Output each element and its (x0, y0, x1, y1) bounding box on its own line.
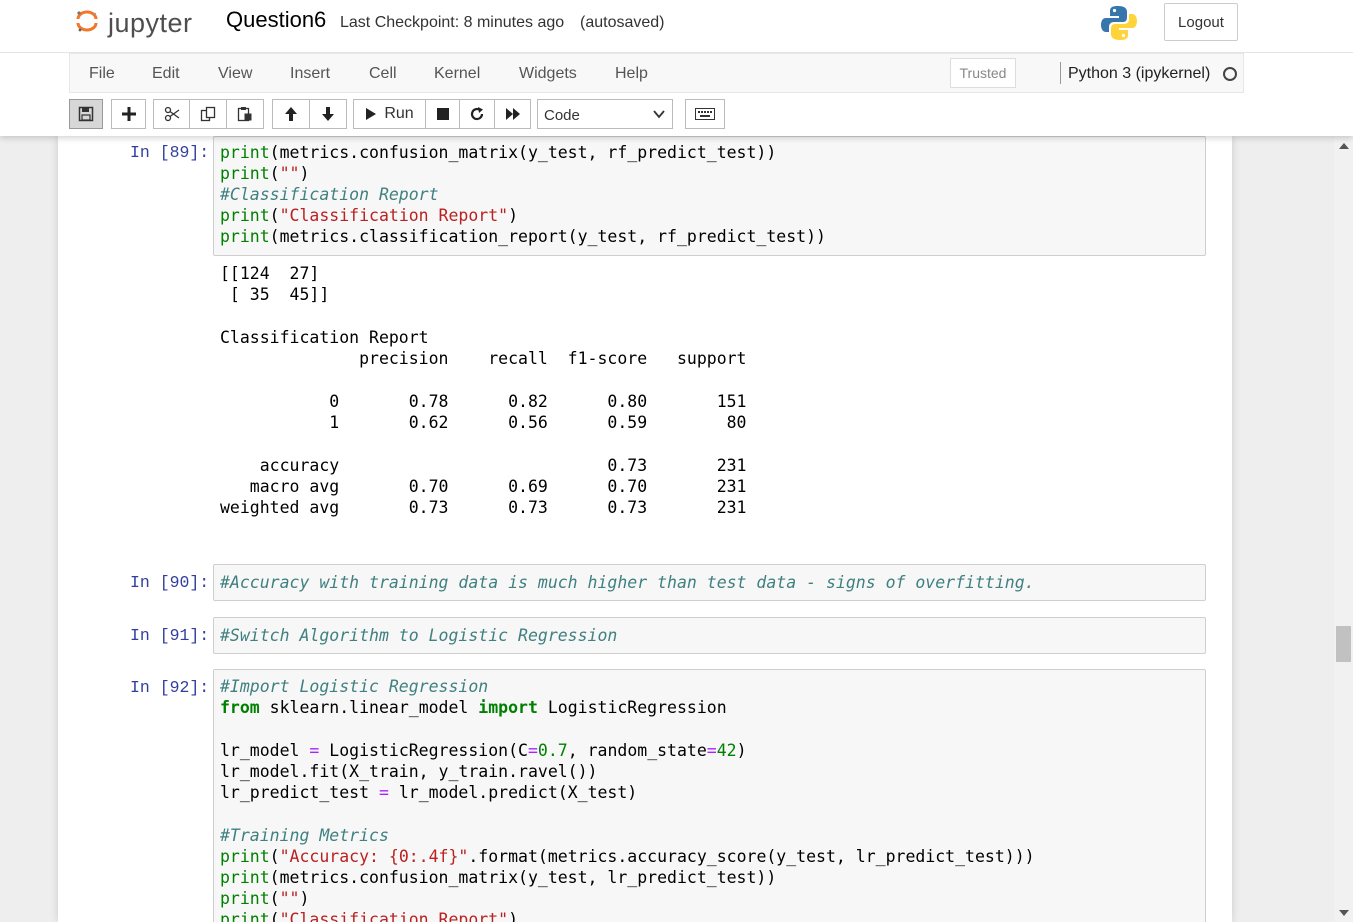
run-label: Run (384, 105, 414, 122)
copy-icon (200, 106, 216, 122)
code-line: lr_model = LogisticRegression(C=0.7, ran… (220, 741, 747, 760)
cell-92-prompt: In [92]: (130, 678, 210, 697)
jupyter-logo[interactable]: jupyter (72, 4, 212, 44)
menu-insert[interactable]: Insert (290, 65, 330, 83)
code-comment: #Switch Algorithm to Logistic Regression (220, 626, 618, 645)
menu-file[interactable]: File (89, 65, 115, 83)
arrow-up-icon (285, 107, 297, 121)
paste-button[interactable] (226, 99, 264, 129)
code-line: print("") (220, 889, 310, 908)
code-line: print("Classification Report") (220, 206, 519, 225)
code-line: print(metrics.confusion_matrix(y_test, l… (220, 868, 777, 887)
output-line: accuracy 0.73 231 (220, 456, 747, 475)
output-line: [[124 27] (220, 264, 320, 283)
copy-button[interactable] (189, 99, 227, 129)
plus-icon (121, 107, 136, 121)
menu-widgets[interactable]: Widgets (519, 65, 577, 83)
menu-kernel[interactable]: Kernel (434, 65, 480, 83)
output-line: Classification Report (220, 328, 429, 347)
menu-cell[interactable]: Cell (369, 65, 397, 83)
kernel-divider (1060, 62, 1061, 84)
logout-button[interactable]: Logout (1164, 3, 1238, 41)
notebook-header: jupyter Question6 Last Checkpoint: 8 min… (0, 0, 1353, 136)
code-line: lr_predict_test = lr_model.predict(X_tes… (220, 783, 638, 802)
cell-89-prompt: In [89]: (130, 143, 210, 162)
restart-run-all-button[interactable] (494, 99, 531, 129)
output-line: precision recall f1-score support (220, 349, 747, 368)
python-logo-icon (1101, 6, 1137, 40)
menu-help[interactable]: Help (615, 65, 648, 83)
cell-91-input[interactable]: #Switch Algorithm to Logistic Regression (213, 617, 1206, 654)
play-icon (366, 108, 377, 120)
floppy-disk-icon (78, 106, 94, 122)
kernel-name[interactable]: Python 3 (ipykernel) (1068, 65, 1210, 83)
menubar: File Edit View Insert Cell Kernel Widget… (69, 53, 1244, 93)
menu-view[interactable]: View (218, 65, 252, 83)
paste-icon (237, 107, 252, 122)
code-comment: #Training Metrics (220, 826, 389, 845)
chevron-down-icon (653, 110, 665, 119)
fast-forward-icon (505, 108, 520, 120)
code-line: print("") (220, 164, 310, 183)
output-line: [ 35 45]] (220, 285, 330, 304)
trusted-badge[interactable]: Trusted (950, 58, 1016, 88)
notebook-container: In [89]: print(metrics.confusion_matrix(… (58, 136, 1232, 922)
scissors-icon (164, 106, 179, 122)
command-palette-button[interactable] (685, 99, 725, 129)
code-line: print("Accuracy: {0:.4f}".format(metrics… (220, 847, 1035, 866)
code-comment: #Classification Report (220, 185, 439, 204)
code-line: lr_model.fit(X_train, y_train.ravel()) (220, 762, 598, 781)
code-comment: #Import Logistic Regression (220, 677, 489, 696)
cell-type-value: Code (544, 107, 580, 124)
output-line: macro avg 0.70 0.69 0.70 231 (220, 477, 747, 496)
output-line: weighted avg 0.73 0.73 0.73 231 (220, 498, 747, 517)
move-down-button[interactable] (309, 99, 347, 129)
jupyter-ring-icon (76, 10, 98, 32)
refresh-icon (470, 107, 484, 121)
code-line: print(metrics.confusion_matrix(y_test, r… (220, 143, 777, 162)
cell-89-input[interactable]: print(metrics.confusion_matrix(y_test, r… (213, 136, 1206, 256)
interrupt-button[interactable] (425, 99, 460, 129)
code-line: print(metrics.classification_report(y_te… (220, 227, 826, 246)
scrollbar-thumb[interactable] (1336, 626, 1351, 662)
page-scrollbar[interactable] (1334, 136, 1353, 922)
code-line: print("Classification Report") (220, 910, 519, 922)
cell-92-input[interactable]: #Import Logistic Regression from sklearn… (213, 669, 1206, 922)
keyboard-icon (695, 108, 715, 120)
checkpoint-status: Last Checkpoint: 8 minutes ago (340, 14, 565, 31)
kernel-idle-icon (1223, 67, 1237, 81)
output-line: 0 0.78 0.82 0.80 151 (220, 392, 747, 411)
scroll-up-arrow-icon[interactable] (1339, 143, 1349, 149)
move-up-button[interactable] (272, 99, 310, 129)
insert-cell-button[interactable] (111, 99, 146, 129)
code-line: from sklearn.linear_model import Logisti… (220, 698, 727, 717)
save-button[interactable] (69, 99, 103, 129)
autosave-status: (autosaved) (580, 14, 665, 31)
menu-edit[interactable]: Edit (152, 65, 180, 83)
cell-90-input[interactable]: #Accuracy with training data is much hig… (213, 564, 1206, 601)
arrow-down-icon (322, 107, 334, 121)
cell-type-select[interactable]: Code (537, 99, 673, 129)
notebook-name[interactable]: Question6 (226, 7, 326, 33)
cell-90-prompt: In [90]: (130, 573, 210, 592)
code-comment: #Accuracy with training data is much hig… (220, 573, 1035, 592)
stop-icon (436, 108, 449, 120)
jupyter-wordmark: jupyter (108, 8, 193, 38)
scroll-down-arrow-icon[interactable] (1339, 910, 1349, 916)
cell-91-prompt: In [91]: (130, 626, 210, 645)
cut-button[interactable] (153, 99, 190, 129)
run-button[interactable]: Run (353, 99, 426, 129)
output-line: 1 0.62 0.56 0.59 80 (220, 413, 747, 432)
restart-button[interactable] (459, 99, 495, 129)
